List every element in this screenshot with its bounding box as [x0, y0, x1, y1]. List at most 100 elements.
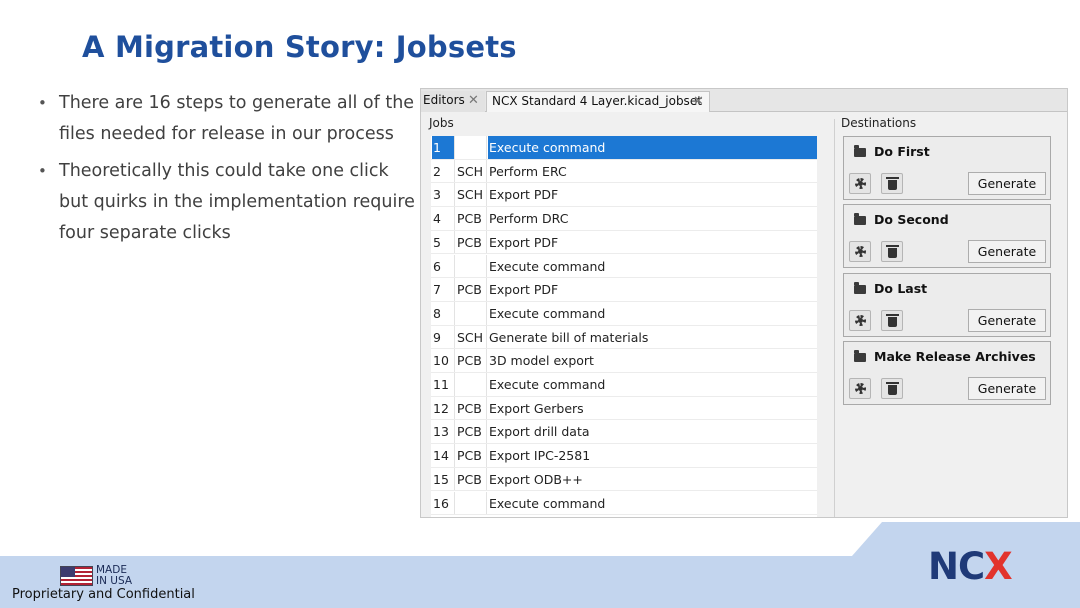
generate-button[interactable]: Generate	[968, 309, 1046, 332]
job-number: 7	[433, 282, 441, 298]
job-row[interactable]: 16 Execute command	[431, 491, 817, 516]
job-source: PCB	[454, 230, 487, 254]
tab-bar: Editors ✕ NCX Standard 4 Layer.kicad_job…	[421, 89, 1067, 112]
job-number: 6	[433, 258, 441, 274]
destination-card: Do Last Generate	[843, 273, 1051, 337]
destination-card: Make Release Archives Generate	[843, 341, 1051, 405]
job-row[interactable]: 8 Execute command	[431, 301, 817, 326]
trash-icon	[886, 177, 899, 190]
gear-icon	[855, 178, 866, 189]
folder-icon	[854, 145, 866, 157]
job-source	[454, 136, 487, 159]
job-number: 5	[433, 234, 441, 250]
made-in-usa-label: MADE IN USA	[96, 564, 133, 587]
delete-button[interactable]	[881, 173, 903, 194]
tab-editors[interactable]: Editors ✕	[421, 91, 485, 112]
delete-button[interactable]	[881, 310, 903, 331]
delete-button[interactable]	[881, 241, 903, 262]
delete-button[interactable]	[881, 378, 903, 399]
generate-button[interactable]: Generate	[968, 240, 1046, 263]
job-row[interactable]: 4 PCB Perform DRC	[431, 207, 817, 231]
jobset-editor-window: Editors ✕ NCX Standard 4 Layer.kicad_job…	[420, 88, 1068, 518]
confidential-label: Proprietary and Confidential	[12, 587, 195, 602]
job-row[interactable]: 14 PCB Export IPC-2581	[431, 444, 817, 468]
tab-label: Editors	[423, 93, 465, 107]
job-source: SCH	[454, 325, 487, 349]
us-flag-icon	[60, 566, 93, 586]
destination-name: Make Release Archives	[874, 349, 1036, 364]
folder-icon	[854, 350, 866, 362]
trash-icon	[886, 245, 899, 258]
job-description: Export IPC-2581	[489, 448, 591, 464]
job-source	[454, 254, 487, 278]
job-number: 2	[433, 163, 441, 179]
job-row[interactable]: 9 SCH Generate bill of materials	[431, 325, 817, 350]
bullet-dot-icon: •	[38, 162, 47, 180]
gear-icon	[855, 383, 866, 394]
bullet-text: There are 16 steps to generate all of th…	[59, 93, 415, 144]
job-number: 16	[433, 495, 449, 511]
job-row[interactable]: 11 Execute command	[431, 373, 817, 397]
job-row[interactable]: 6 Execute command	[431, 254, 817, 279]
trash-icon	[886, 382, 899, 395]
job-description: Export Gerbers	[489, 400, 584, 416]
settings-button[interactable]	[849, 378, 871, 399]
close-icon[interactable]: ✕	[693, 92, 704, 111]
job-number: 4	[433, 211, 441, 227]
job-description: Perform ERC	[489, 163, 567, 179]
settings-button[interactable]	[849, 173, 871, 194]
ncx-logo: NCX	[928, 545, 1013, 588]
job-number: 11	[433, 377, 449, 392]
job-row[interactable]: 2 SCH Perform ERC	[431, 159, 817, 184]
job-description: 3D model export	[489, 353, 594, 369]
bullet-dot-icon: •	[38, 94, 47, 112]
job-description: Export PDF	[489, 187, 559, 203]
close-icon[interactable]: ✕	[468, 91, 479, 110]
panel-splitter[interactable]	[834, 119, 835, 517]
job-number: 8	[433, 305, 441, 321]
folder-icon	[854, 282, 866, 294]
job-description: Execute command	[489, 377, 606, 392]
job-row[interactable]: 12 PCB Export Gerbers	[431, 396, 817, 421]
job-source: PCB	[454, 467, 487, 491]
settings-button[interactable]	[849, 241, 871, 262]
job-description: Execute command	[489, 258, 606, 274]
job-source: PCB	[454, 278, 487, 301]
job-row[interactable]: 15 PCB Export ODB++	[431, 467, 817, 492]
gear-icon	[855, 246, 866, 257]
folder-icon	[854, 213, 866, 225]
tab-jobset[interactable]: NCX Standard 4 Layer.kicad_jobset ✕	[486, 91, 710, 112]
job-description: Perform DRC	[489, 211, 569, 227]
bullet-item: • Theoretically this could take one click…	[36, 156, 416, 249]
generate-button[interactable]: Generate	[968, 172, 1046, 195]
job-description: Export PDF	[489, 282, 559, 298]
job-row[interactable]: 3 SCH Export PDF	[431, 183, 817, 208]
job-row[interactable]: 1 Execute command	[431, 136, 817, 160]
job-description: Export PDF	[489, 234, 559, 250]
job-number: 9	[433, 329, 441, 345]
jobs-list: 1 Execute command 2 SCH Perform ERC 3 SCH Expor…	[431, 136, 817, 517]
job-row[interactable]: 13 PCB Export drill data	[431, 420, 817, 445]
settings-button[interactable]	[849, 310, 871, 331]
job-description: Execute command	[489, 305, 606, 321]
job-source: SCH	[454, 183, 487, 207]
job-source	[454, 373, 487, 396]
generate-button[interactable]: Generate	[968, 377, 1046, 400]
job-description: Generate bill of materials	[489, 329, 649, 345]
job-description: Execute command	[488, 136, 817, 159]
job-row[interactable]: 7 PCB Export PDF	[431, 278, 817, 302]
bullet-text: Theoretically this could take one click …	[59, 161, 415, 243]
destination-name: Do Last	[874, 281, 928, 296]
job-source: PCB	[454, 420, 487, 444]
job-source: SCH	[454, 159, 487, 183]
job-number: 3	[433, 187, 441, 203]
job-number: 12	[433, 400, 449, 416]
job-number: 1	[432, 136, 454, 159]
job-description: Export drill data	[489, 424, 590, 440]
gear-icon	[855, 315, 866, 326]
jobs-label: Jobs	[429, 116, 454, 130]
destinations-label: Destinations	[841, 116, 917, 130]
job-row[interactable]: 5 PCB Export PDF	[431, 230, 817, 255]
job-number: 10	[433, 353, 449, 369]
job-row[interactable]: 10 PCB 3D model export	[431, 349, 817, 373]
